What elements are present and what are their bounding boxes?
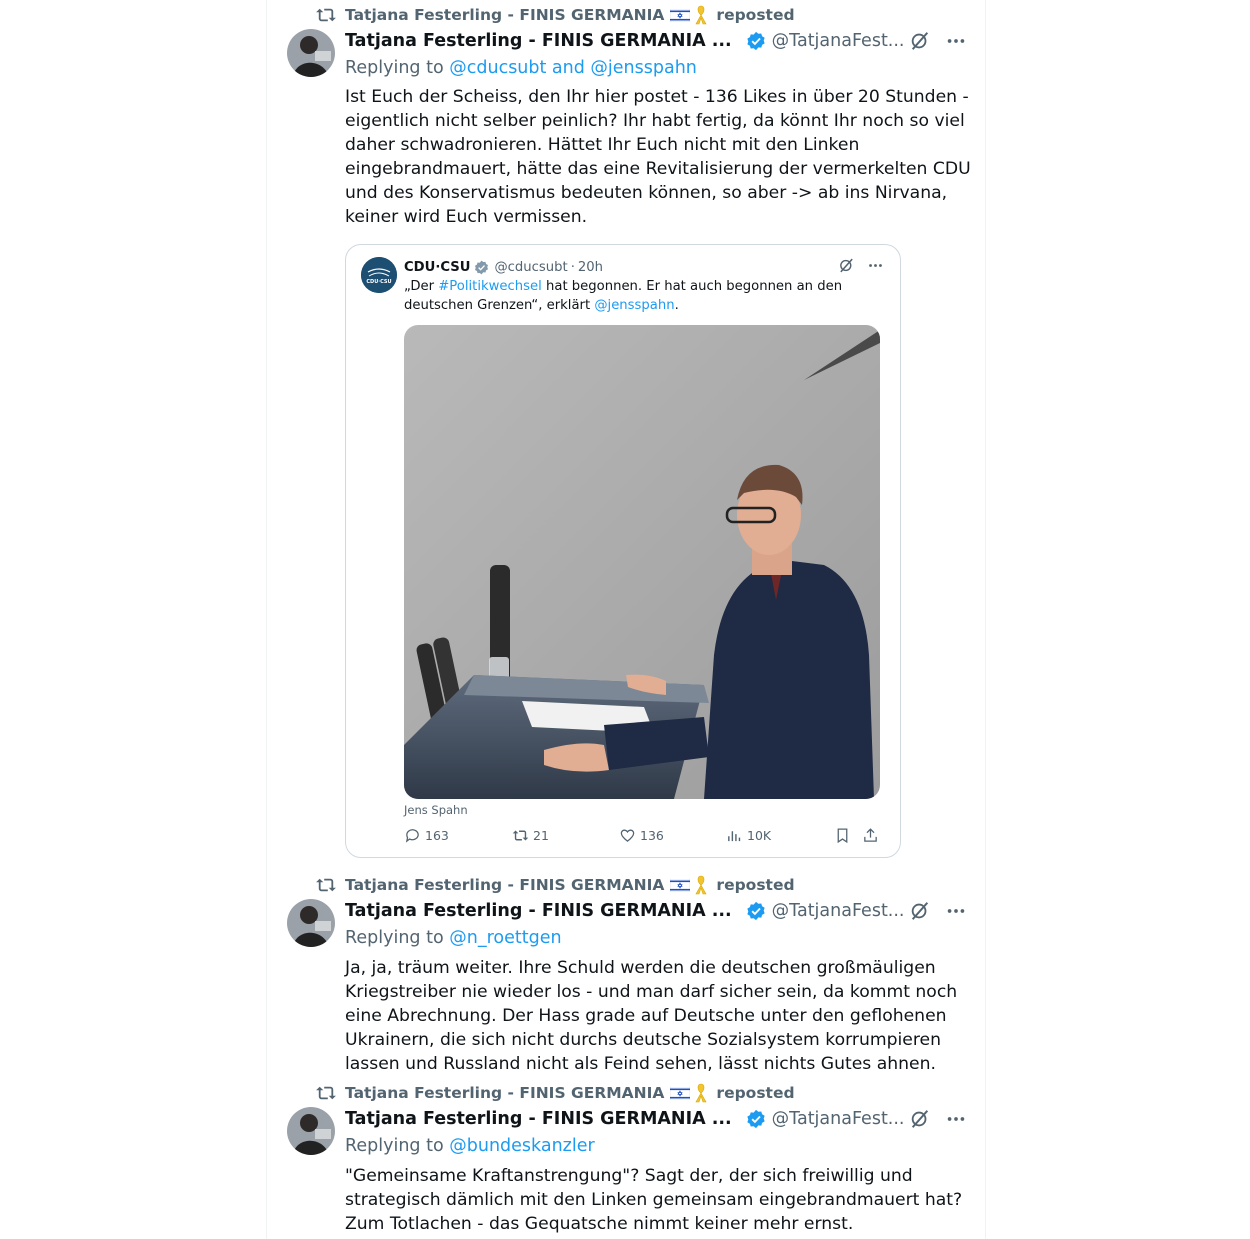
- quote-name[interactable]: CDU·CSU: [404, 260, 470, 275]
- repost-context[interactable]: Tatjana Festerling - FINIS GERMANIA repo…: [315, 874, 795, 896]
- replying-prefix: Replying to: [345, 1136, 444, 1156]
- display-name[interactable]: Tatjana Festerling - FINIS GERMANIA ...: [345, 901, 732, 921]
- grok-icon[interactable]: [838, 257, 855, 274]
- replying-to: Replying to @bundeskanzler: [345, 1136, 595, 1156]
- reply-count: 163: [425, 828, 449, 843]
- verified-badge-icon: [747, 1109, 765, 1129]
- more-icon[interactable]: [945, 30, 967, 52]
- verified-badge-icon: [747, 901, 765, 921]
- bookmark-icon: [837, 828, 848, 844]
- post-header: Tatjana Festerling - FINIS GERMANIA ... …: [345, 28, 967, 54]
- mention-link[interactable]: @jensspahn: [594, 298, 674, 313]
- reply-button[interactable]: 163: [404, 827, 449, 844]
- hashtag-link[interactable]: #Politikwechsel: [438, 279, 542, 294]
- quote-metrics: 163 21 136 10K: [404, 827, 884, 849]
- dot-separator: ·: [570, 259, 575, 275]
- avatar[interactable]: [287, 899, 335, 947]
- handle[interactable]: @TatjanaFest...: [772, 901, 905, 921]
- display-name[interactable]: Tatjana Festerling - FINIS GERMANIA ...: [345, 31, 732, 51]
- israel-flag-icon: [670, 1086, 691, 1100]
- views-count: 10K: [747, 828, 772, 843]
- repost-label: reposted: [716, 876, 795, 894]
- bookmark-button[interactable]: [834, 827, 855, 844]
- replying-to: Replying to @cducsubt and @jensspahn: [345, 58, 697, 78]
- grok-icon[interactable]: [909, 1108, 931, 1130]
- views-icon: [728, 831, 741, 842]
- avatar[interactable]: [287, 1107, 335, 1155]
- replying-to-link[interactable]: @n_roettgen: [449, 928, 561, 948]
- display-name[interactable]: Tatjana Festerling - FINIS GERMANIA ...: [345, 1109, 732, 1129]
- reply-icon: [405, 829, 419, 843]
- repost-label: reposted: [716, 1084, 795, 1102]
- repost-label: reposted: [716, 6, 795, 24]
- post[interactable]: Tatjana Festerling - FINIS GERMANIA repo…: [267, 870, 985, 1080]
- quote-handle[interactable]: @cducsubt: [494, 260, 567, 275]
- quote-text-part: „Der: [404, 279, 439, 294]
- timeline-column: Tatjana Festerling - FINIS GERMANIA repo…: [266, 0, 986, 1239]
- yellow-ribbon-icon: [695, 1083, 707, 1103]
- share-button[interactable]: [862, 827, 883, 844]
- replying-to-link[interactable]: @bundeskanzler: [449, 1136, 594, 1156]
- verified-badge-icon: [475, 260, 489, 274]
- post-header: Tatjana Festerling - FINIS GERMANIA ... …: [345, 1106, 967, 1132]
- repost-author[interactable]: Tatjana Festerling - FINIS GERMANIA: [345, 6, 664, 24]
- yellow-ribbon-icon: [695, 875, 707, 895]
- replying-prefix: Replying to: [345, 928, 444, 948]
- share-icon: [864, 828, 877, 842]
- handle[interactable]: @TatjanaFest...: [772, 31, 905, 51]
- repost-author[interactable]: Tatjana Festerling - FINIS GERMANIA: [345, 876, 664, 894]
- repost-context[interactable]: Tatjana Festerling - FINIS GERMANIA repo…: [315, 1082, 795, 1104]
- media-caption: Jens Spahn: [404, 803, 468, 817]
- repost-icon: [316, 1086, 336, 1100]
- more-icon[interactable]: [945, 900, 967, 922]
- repost-icon: [316, 878, 336, 892]
- quote-text-part: .: [674, 298, 679, 313]
- post[interactable]: Tatjana Festerling - FINIS GERMANIA repo…: [267, 1078, 985, 1239]
- repost-count: 21: [533, 828, 549, 843]
- post-text: "Gemeinsame Kraftanstrengung"? Sagt der,…: [345, 1166, 963, 1234]
- views-button[interactable]: 10K: [726, 827, 771, 844]
- quote-text: „Der #Politikwechsel hat begonnen. Er ha…: [404, 277, 844, 315]
- grok-icon[interactable]: [909, 900, 931, 922]
- replying-to-link[interactable]: @cducsubt and @jensspahn: [449, 58, 697, 78]
- israel-flag-icon: [670, 878, 691, 892]
- more-icon[interactable]: [945, 1108, 967, 1130]
- verified-badge-icon: [747, 31, 765, 51]
- quoted-post[interactable]: CDU·CSU CDU·CSU @cducsubt · 20h „Der #Po…: [345, 244, 901, 858]
- repost-context[interactable]: Tatjana Festerling - FINIS GERMANIA repo…: [315, 4, 795, 26]
- quote-avatar-text: CDU·CSU: [366, 279, 391, 285]
- quote-avatar[interactable]: CDU·CSU: [361, 257, 397, 293]
- more-icon[interactable]: [867, 257, 884, 274]
- quote-header: CDU·CSU @cducsubt · 20h: [404, 257, 884, 277]
- repost-button[interactable]: 21: [512, 827, 549, 844]
- grok-icon[interactable]: [909, 30, 931, 52]
- repost-author[interactable]: Tatjana Festerling - FINIS GERMANIA: [345, 1084, 664, 1102]
- yellow-ribbon-icon: [695, 5, 707, 25]
- replying-to: Replying to @n_roettgen: [345, 928, 562, 948]
- israel-flag-icon: [670, 8, 691, 22]
- like-icon: [620, 829, 635, 842]
- quote-photo[interactable]: [404, 325, 880, 799]
- replying-prefix: Replying to: [345, 58, 444, 78]
- like-button[interactable]: 136: [619, 827, 664, 844]
- repost-icon: [512, 830, 529, 841]
- like-count: 136: [640, 828, 664, 843]
- post[interactable]: Tatjana Festerling - FINIS GERMANIA repo…: [267, 0, 985, 870]
- post-text: Ja, ja, träum weiter. Ihre Schuld werden…: [345, 958, 958, 1074]
- quote-time[interactable]: 20h: [578, 260, 603, 275]
- avatar[interactable]: [287, 29, 335, 77]
- post-header: Tatjana Festerling - FINIS GERMANIA ... …: [345, 898, 967, 924]
- post-text: Ist Euch der Scheiss, den Ihr hier poste…: [345, 87, 971, 227]
- repost-icon: [316, 8, 336, 22]
- handle[interactable]: @TatjanaFest...: [772, 1109, 905, 1129]
